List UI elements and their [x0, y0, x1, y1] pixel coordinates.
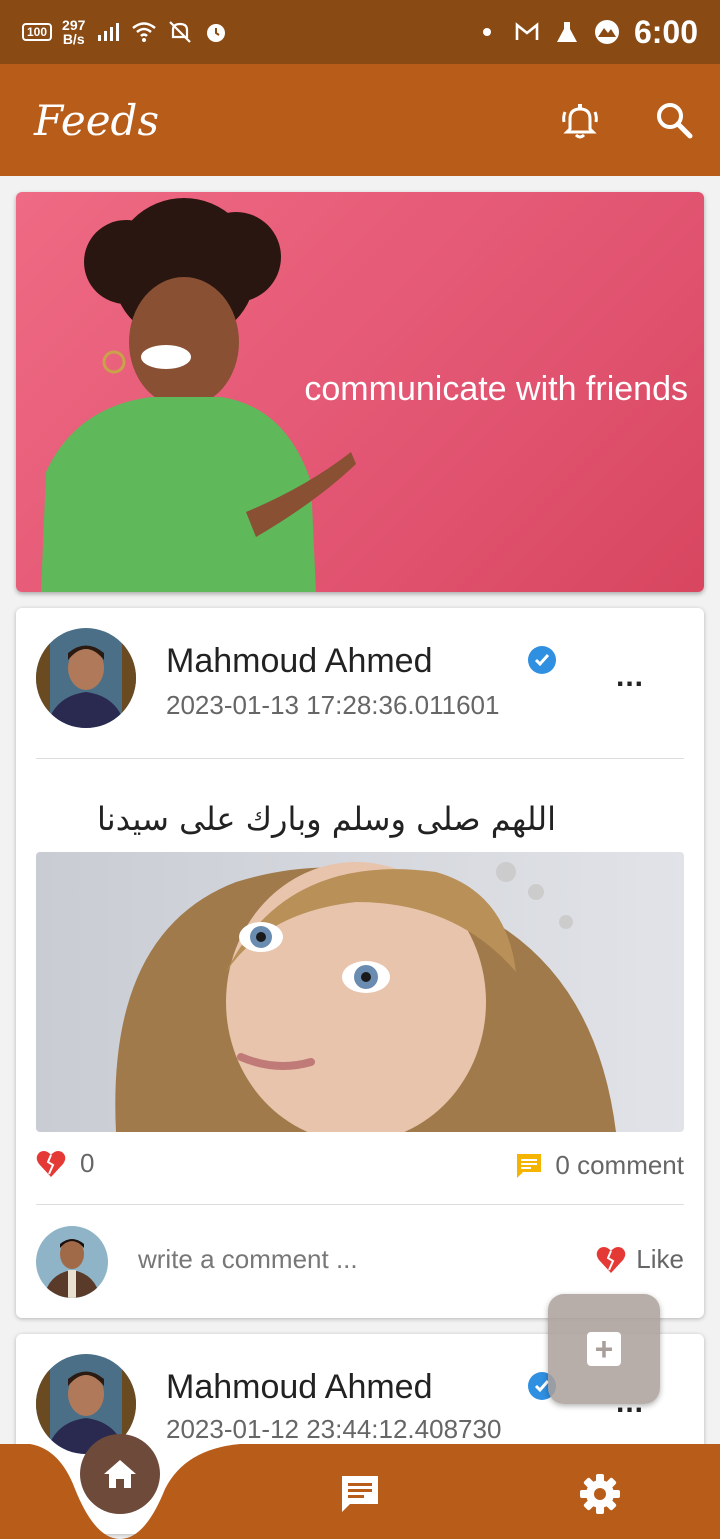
author-name[interactable]: Mahmoud Ahmed — [166, 1368, 433, 1407]
status-bar: 100 297 B/s 6:00 — [0, 0, 720, 64]
comment-input[interactable] — [138, 1244, 458, 1275]
broken-heart-icon — [597, 1246, 626, 1273]
dot-icon — [482, 28, 491, 36]
chat-icon[interactable] — [338, 1472, 382, 1516]
signal-icon — [98, 23, 120, 41]
like-label: Like — [636, 1244, 684, 1274]
post-timestamp: 2023-01-12 23:44:12.408730 — [166, 1414, 502, 1444]
comments-count: 0 comment — [555, 1150, 684, 1180]
likes-counter[interactable]: 0 — [36, 1148, 94, 1179]
banner-text: communicate with friends — [304, 370, 688, 408]
net-speed-value: 297 — [62, 17, 86, 33]
add-icon: + — [587, 1332, 621, 1366]
clock: 6:00 — [633, 13, 698, 50]
gmail-icon — [515, 22, 539, 40]
broken-heart-icon — [36, 1150, 66, 1177]
net-speed: 297 B/s — [62, 18, 85, 46]
search-icon[interactable] — [652, 98, 696, 142]
author-name[interactable]: Mahmoud Ahmed — [166, 642, 433, 681]
likes-count: 0 — [80, 1148, 95, 1178]
status-left: 100 297 B/s — [22, 18, 229, 46]
page-title: Feeds — [34, 95, 159, 145]
settings-icon[interactable] — [578, 1472, 622, 1516]
nav-home[interactable] — [80, 1434, 160, 1514]
status-right: 6:00 — [474, 14, 698, 51]
more-options-icon[interactable]: ... — [616, 660, 644, 694]
alarm-icon — [207, 24, 226, 42]
mountain-app-icon — [594, 20, 619, 44]
post-timestamp: 2023-01-13 17:28:36.011601 — [166, 690, 500, 720]
hero-banner: communicate with friends — [16, 192, 704, 592]
verified-icon — [528, 646, 556, 674]
net-speed-unit: B/s — [62, 31, 85, 47]
author-photo — [36, 628, 136, 728]
divider — [36, 758, 684, 759]
flask-icon — [556, 22, 577, 42]
app-bar: Feeds — [0, 64, 720, 176]
like-button[interactable]: Like — [596, 1244, 684, 1275]
user-avatar[interactable] — [36, 1226, 108, 1298]
post-card: Mahmoud Ahmed 2023-01-13 17:28:36.011601… — [16, 608, 704, 1318]
notification-bell-icon[interactable] — [558, 98, 602, 142]
post-image[interactable] — [36, 852, 684, 1132]
post-photo — [36, 852, 684, 1132]
author-avatar[interactable] — [36, 628, 136, 728]
app-bar-actions — [558, 98, 696, 142]
add-post-button[interactable]: + — [548, 1294, 660, 1404]
user-photo — [36, 1226, 108, 1298]
battery-indicator: 100 — [22, 23, 53, 41]
bell-off-icon — [169, 21, 192, 43]
comment-icon — [517, 1153, 542, 1178]
comments-counter[interactable]: 0 comment — [515, 1150, 684, 1181]
home-icon — [104, 1460, 136, 1488]
divider — [36, 1204, 684, 1205]
wifi-icon — [132, 22, 157, 42]
